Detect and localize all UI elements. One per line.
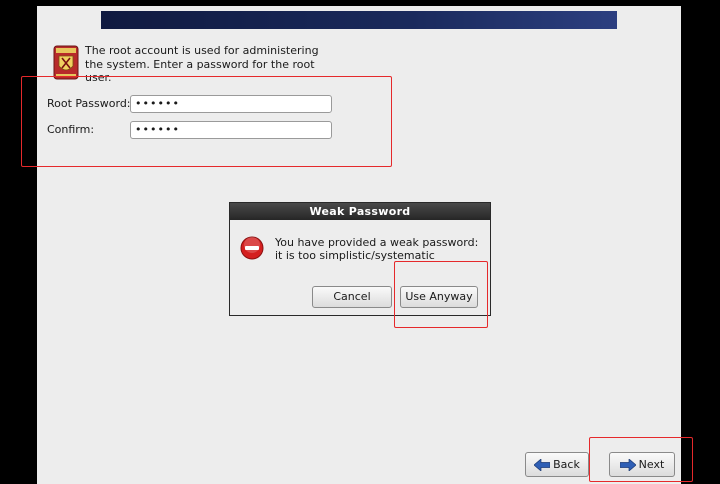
back-label: Back — [553, 458, 580, 471]
dialog-title: Weak Password — [230, 203, 490, 220]
installer-window: The root account is used for administeri… — [37, 6, 681, 484]
confirm-password-field[interactable]: •••••• — [130, 121, 332, 139]
confirm-label: Confirm: — [47, 123, 95, 136]
use-anyway-button[interactable]: Use Anyway — [400, 286, 478, 308]
back-arrow-icon — [534, 458, 551, 471]
root-account-description: The root account is used for administeri… — [85, 44, 319, 84]
root-password-field[interactable]: •••••• — [130, 95, 332, 113]
next-arrow-icon — [619, 458, 636, 471]
weak-password-dialog: Weak Password You have provided a weak p… — [229, 202, 491, 316]
next-button[interactable]: Next — [609, 452, 675, 477]
dialog-message: You have provided a weak password: it is… — [275, 236, 479, 262]
back-button[interactable]: Back — [525, 452, 589, 477]
header-banner — [101, 11, 617, 29]
error-icon — [240, 236, 264, 260]
root-password-label: Root Password: — [47, 97, 131, 110]
next-label: Next — [638, 458, 665, 471]
root-shield-icon — [53, 45, 79, 80]
cancel-button[interactable]: Cancel — [312, 286, 392, 308]
